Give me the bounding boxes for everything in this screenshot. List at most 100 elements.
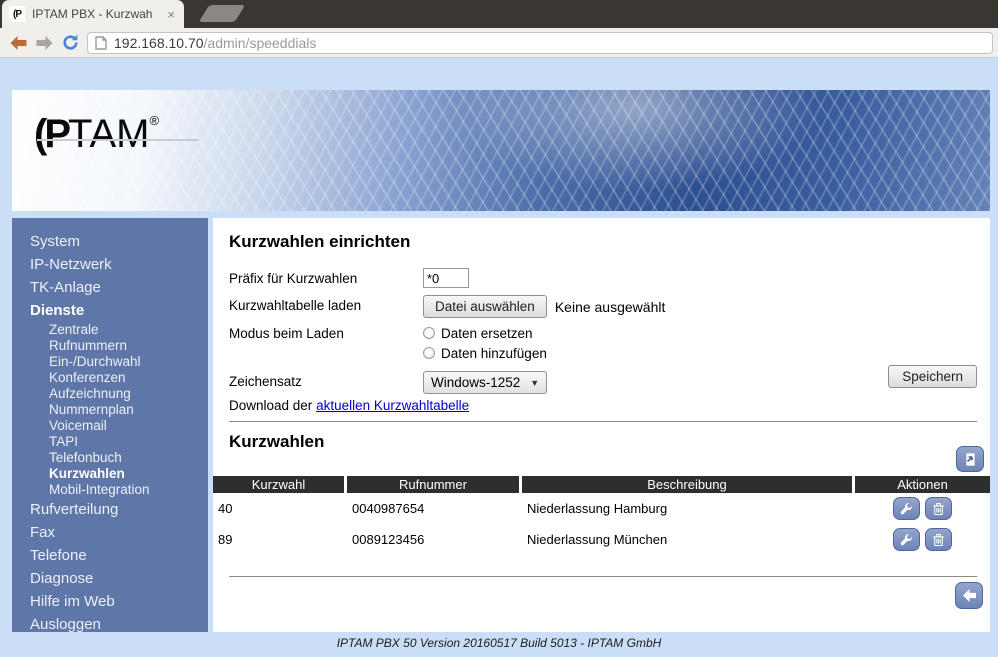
upload-row: Kurzwahltabelle laden Datei auswählen Ke… [229,295,977,318]
page-insert-icon [963,452,977,467]
page-insert-button[interactable] [956,446,984,472]
sidebar-item-fax[interactable]: Fax [12,521,208,544]
table-heading: Kurzwahlen [229,432,977,452]
page-title: Kurzwahlen einrichten [229,232,977,252]
trash-icon [932,502,945,516]
mode-options: Daten ersetzen Daten hinzufügen [423,323,547,363]
charset-label: Zeichensatz [229,371,423,389]
file-status: Keine ausgewählt [555,295,666,315]
sidebar-item-konferenzen[interactable]: Konferenzen [12,370,208,386]
download-line: Download der aktuellen Kurzwahltabelle [229,398,977,413]
prefix-input[interactable] [423,268,469,288]
back-button[interactable] [955,582,983,609]
document-icon [95,36,107,50]
radio-append-label: Daten hinzufügen [441,346,547,361]
browser-forward-icon[interactable] [32,33,56,53]
edit-button[interactable] [893,528,920,551]
browser-toolbar: 192.168.10.70/admin/speeddials [0,28,998,58]
sidebar-item-tk-anlage[interactable]: TK-Anlage [12,276,208,299]
divider [229,421,977,422]
mode-option-replace: Daten ersetzen [423,323,547,343]
logo-trademark: ® [149,113,159,128]
table-body: 40 0040987654 Niederlassung Hamburg [213,493,990,555]
cell-aktionen [855,497,990,520]
cell-rufnummer: 0089123456 [347,532,519,547]
new-tab-button[interactable] [199,5,246,22]
cell-kurzwahl: 89 [213,532,344,547]
cell-beschreibung: Niederlassung Hamburg [522,501,852,516]
logo-heavy: (P [34,112,68,156]
sidebar-item-system[interactable]: System [12,230,208,253]
sidebar-item-dienste[interactable]: Dienste [12,299,208,322]
radio-replace-label: Daten ersetzen [441,326,533,341]
sidebar-item-ausloggen[interactable]: Ausloggen [12,613,208,636]
delete-button[interactable] [925,497,952,520]
mode-label: Modus beim Laden [229,323,423,341]
upload-label: Kurzwahltabelle laden [229,295,423,313]
sidebar-item-aufzeichnung[interactable]: Aufzeichnung [12,386,208,402]
radio-replace[interactable] [423,327,435,339]
sidebar-item-rufverteilung[interactable]: Rufverteilung [12,498,208,521]
trash-icon [932,533,945,547]
sidebar-item-kurzwahlen[interactable]: Kurzwahlen [12,466,208,482]
url-path: /admin/speeddials [204,35,317,51]
url-domain: 192.168.10.70 [114,35,204,51]
col-header-beschreibung: Beschreibung [522,476,852,493]
cell-beschreibung: Niederlassung München [522,532,852,547]
tab-title: IPTAM PBX - Kurzwah [32,7,161,21]
url-bar[interactable]: 192.168.10.70/admin/speeddials [87,32,993,54]
save-button[interactable]: Speichern [888,365,977,388]
prefix-row: Präfix für Kurzwahlen [229,268,977,288]
sidebar-item-diagnose[interactable]: Diagnose [12,567,208,590]
main-content: Kurzwahlen einrichten Präfix für Kurzwah… [213,218,990,632]
sidebar-item-zentrale[interactable]: Zentrale [12,322,208,338]
sidebar-item-mobil-integration[interactable]: Mobil-Integration [12,482,208,498]
iptam-favicon-icon: (P [9,6,25,22]
sidebar-item-voicemail[interactable]: Voicemail [12,418,208,434]
browser-tab[interactable]: (P IPTAM PBX - Kurzwah × [2,0,184,28]
cell-aktionen [855,528,990,551]
edit-button[interactable] [893,497,920,520]
radio-append[interactable] [423,347,435,359]
speed-dial-table: Kurzwahl Rufnummer Beschreibung Aktionen… [213,476,990,555]
browser-back-icon[interactable] [6,33,30,53]
sidebar-item-hilfe-im-web[interactable]: Hilfe im Web [12,590,208,613]
sidebar-item-telefone[interactable]: Telefone [12,544,208,567]
table-row: 40 0040987654 Niederlassung Hamburg [213,493,990,524]
download-text: Download der [229,398,316,413]
sidebar-item-telefonbuch[interactable]: Telefonbuch [12,450,208,466]
sidebar-item-ein-durchwahl[interactable]: Ein-/Durchwahl [12,354,208,370]
col-header-rufnummer: Rufnummer [347,476,519,493]
table-heading-row: Kurzwahlen [229,432,977,452]
charset-value: Windows-1252 [431,375,520,390]
wrench-icon [899,502,914,516]
logo-light: TAM [68,112,149,156]
wrench-icon [899,533,914,547]
logo-underline [37,139,199,141]
close-tab-icon[interactable]: × [165,7,177,22]
col-header-kurzwahl: Kurzwahl [213,476,344,493]
sidebar-item-nummernplan[interactable]: Nummernplan [12,402,208,418]
browser-tab-bar: (P IPTAM PBX - Kurzwah × [0,0,998,28]
prefix-label: Präfix für Kurzwahlen [229,268,423,286]
download-link[interactable]: aktuellen Kurzwahltabelle [316,398,469,413]
mode-row: Modus beim Laden Daten ersetzen Daten hi… [229,323,977,363]
reload-icon[interactable] [58,33,82,53]
delete-button[interactable] [925,528,952,551]
footer-version-text: IPTAM PBX 50 Version 20160517 Build 5013… [0,636,998,650]
table-header-row: Kurzwahl Rufnummer Beschreibung Aktionen [213,476,990,493]
chevron-down-icon: ▼ [530,378,539,388]
mode-option-append: Daten hinzufügen [423,343,547,363]
choose-file-button[interactable]: Datei auswählen [423,295,547,318]
arrow-left-icon [962,589,977,602]
sidebar-item-tapi[interactable]: TAPI [12,434,208,450]
charset-select[interactable]: Windows-1252 ▼ [423,371,547,394]
cell-kurzwahl: 40 [213,501,344,516]
table-row: 89 0089123456 Niederlassung München [213,524,990,555]
sidebar-item-rufnummern[interactable]: Rufnummern [12,338,208,354]
back-row [229,577,977,637]
cell-rufnummer: 0040987654 [347,501,519,516]
sidebar-item-ip-netzwerk[interactable]: IP-Netzwerk [12,253,208,276]
iptam-banner: (PTAM® [12,90,990,211]
iptam-logo: (PTAM® [34,101,159,154]
